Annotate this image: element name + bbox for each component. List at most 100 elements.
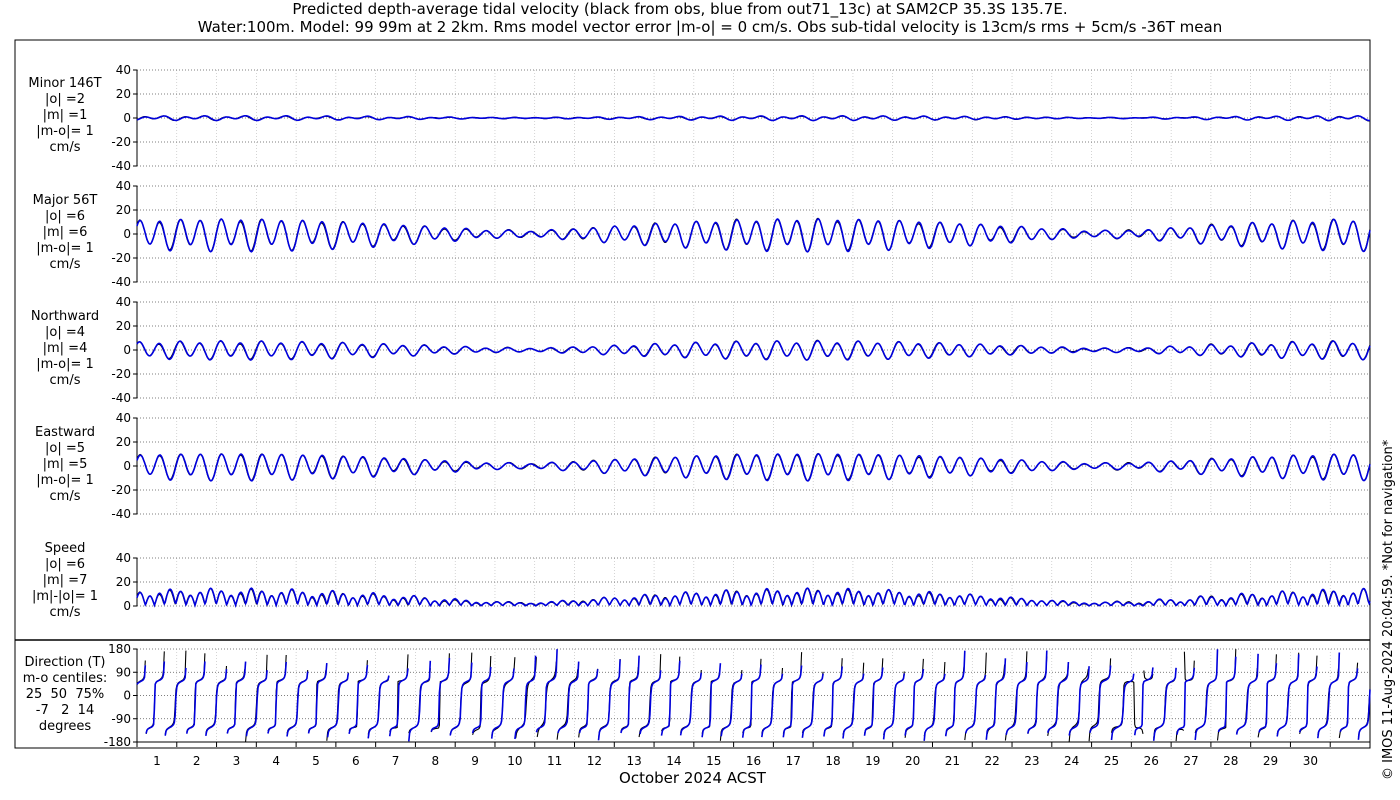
y-tick-label: 20 — [116, 319, 131, 333]
panel-label-line: Eastward — [34, 425, 96, 440]
series-line-minor-model — [136, 114, 1371, 122]
y-tick-label: 40 — [116, 295, 131, 309]
panel-label-line: cm/s — [49, 489, 81, 504]
panel-label-eastward: Eastward |o| =5 |m| =5 |m-o|= 1 cm/s — [13, 425, 117, 505]
y-tick-label: -40 — [111, 159, 131, 173]
series-line-eastward-model — [136, 453, 1371, 482]
copyright-credit: © IMOS 11-Aug-2024 20:04:59. *Not for na… — [1381, 439, 1396, 780]
panel-label-line: |m-o|= 1 — [36, 124, 94, 139]
panel-label-line: cm/s — [49, 373, 81, 388]
y-tick-label: -40 — [111, 507, 131, 521]
panel-label-major: Major 56T |o| =6 |m| =6 |m-o|= 1 cm/s — [13, 193, 117, 273]
x-tick-label: 20 — [905, 754, 920, 768]
panel-label-line: cm/s — [49, 140, 81, 155]
panel-eastward: 40200-20-40 — [111, 411, 1370, 521]
panel-label-line: |m| =1 — [42, 108, 88, 123]
y-tick-label: 90 — [116, 665, 131, 679]
x-tick-label: 25 — [1104, 754, 1119, 768]
x-tick-label: 1 — [153, 754, 161, 768]
y-tick-label: 180 — [108, 642, 131, 656]
y-tick-label: 0 — [123, 599, 131, 613]
panel-label-line: cm/s — [49, 605, 81, 620]
x-tick-label: 28 — [1223, 754, 1238, 768]
y-tick-label: 40 — [116, 179, 131, 193]
panel-label-line: |m| =5 — [42, 457, 88, 472]
x-tick-label: 8 — [431, 754, 439, 768]
x-tick-label: 13 — [627, 754, 642, 768]
y-tick-label: 20 — [116, 435, 131, 449]
x-tick-label: 11 — [547, 754, 562, 768]
x-axis: 1 2 3 4 5 6 7 8 9 10 11 12 13 14 15 16 17 18 19 20 21 22 23 24 2… — [136, 741, 1371, 768]
y-tick-label: 0 — [123, 689, 131, 703]
x-tick-label: 12 — [587, 754, 602, 768]
panel-label-line: degrees — [38, 719, 92, 734]
x-tick-label: 22 — [985, 754, 1000, 768]
y-tick-label: 40 — [116, 551, 131, 565]
x-tick-label: 4 — [272, 754, 280, 768]
panel-label-line: |o| =6 — [44, 557, 85, 572]
y-tick-label: 0 — [123, 459, 131, 473]
panel-major: 40200-20-40 — [111, 179, 1370, 289]
panel-label-line: Speed — [44, 541, 86, 556]
y-tick-label: 40 — [116, 63, 131, 77]
series-line-speed-model — [136, 587, 1371, 609]
panel-label-line: |m-o|= 1 — [36, 357, 94, 372]
panel-label-northward: Northward |o| =4 |m| =4 |m-o|= 1 cm/s — [13, 309, 117, 389]
panel-label-line: Northward — [30, 309, 100, 324]
y-tick-label: 0 — [123, 343, 131, 357]
x-tick-label: 30 — [1303, 754, 1318, 768]
x-tick-label: 21 — [945, 754, 960, 768]
panel-label-line: Direction (T) — [24, 655, 106, 670]
series-line-major-obs — [136, 217, 1371, 253]
plot-frame — [14, 39, 1371, 749]
panel-northward: 40200-20-40 — [111, 295, 1370, 405]
panel-label-line: m-o centiles: — [22, 671, 108, 686]
panel-label-minor: Minor 146T |o| =2 |m| =1 |m-o|= 1 cm/s — [13, 76, 117, 156]
series-line-northward-model — [136, 339, 1371, 361]
x-tick-label: 24 — [1064, 754, 1079, 768]
panel-label-line: |o| =2 — [44, 92, 85, 107]
y-tick-label: -40 — [111, 391, 131, 405]
panel-label-line: Major 56T — [32, 193, 98, 208]
y-tick-label: 40 — [116, 411, 131, 425]
x-tick-label: 3 — [233, 754, 241, 768]
x-tick-label: 14 — [666, 754, 681, 768]
panel-label-line: |o| =6 — [44, 209, 85, 224]
x-tick-label: 7 — [392, 754, 400, 768]
y-tick-label: 20 — [116, 87, 131, 101]
panel-label-line: |o| =5 — [44, 441, 85, 456]
x-tick-label: 23 — [1024, 754, 1039, 768]
panel-direction: 180900-90-180 — [104, 642, 1370, 749]
x-tick-label: 2 — [193, 754, 201, 768]
x-tick-label: 27 — [1183, 754, 1198, 768]
panel-label-line: |m| =7 — [42, 573, 88, 588]
x-tick-label: 10 — [507, 754, 522, 768]
panel-label-line: |m-o|= 1 — [36, 473, 94, 488]
y-tick-label: 20 — [116, 575, 131, 589]
panel-label-line: |m| =4 — [42, 341, 88, 356]
panel-label-line: 25 50 75% — [25, 687, 105, 702]
x-tick-label: 5 — [312, 754, 320, 768]
x-tick-label: 26 — [1144, 754, 1159, 768]
panel-label-line: -7 2 14 — [35, 703, 95, 718]
x-tick-label: 15 — [706, 754, 721, 768]
panel-label-line: |m| =6 — [42, 225, 88, 240]
x-axis-label: October 2024 ACST — [619, 769, 766, 787]
x-tick-label: 16 — [746, 754, 761, 768]
panel-label-speed: Speed |o| =6 |m| =7 |m|-|o|= 1 cm/s — [13, 541, 117, 621]
panel-label-line: |m|-|o|= 1 — [31, 589, 99, 604]
x-tick-label: 19 — [865, 754, 880, 768]
y-tick-label: 0 — [123, 227, 131, 241]
x-tick-label: 6 — [352, 754, 360, 768]
panel-label-line: |o| =4 — [44, 325, 85, 340]
y-tick-label: -180 — [104, 735, 131, 749]
x-tick-label: 9 — [471, 754, 479, 768]
panel-label-line: Minor 146T — [28, 76, 102, 91]
y-tick-label: -40 — [111, 275, 131, 289]
y-tick-label: 0 — [123, 111, 131, 125]
x-tick-label: 18 — [825, 754, 840, 768]
x-tick-label: 29 — [1263, 754, 1278, 768]
x-tick-label: 17 — [786, 754, 801, 768]
panel-label-line: |m-o|= 1 — [36, 241, 94, 256]
y-tick-label: 20 — [116, 203, 131, 217]
